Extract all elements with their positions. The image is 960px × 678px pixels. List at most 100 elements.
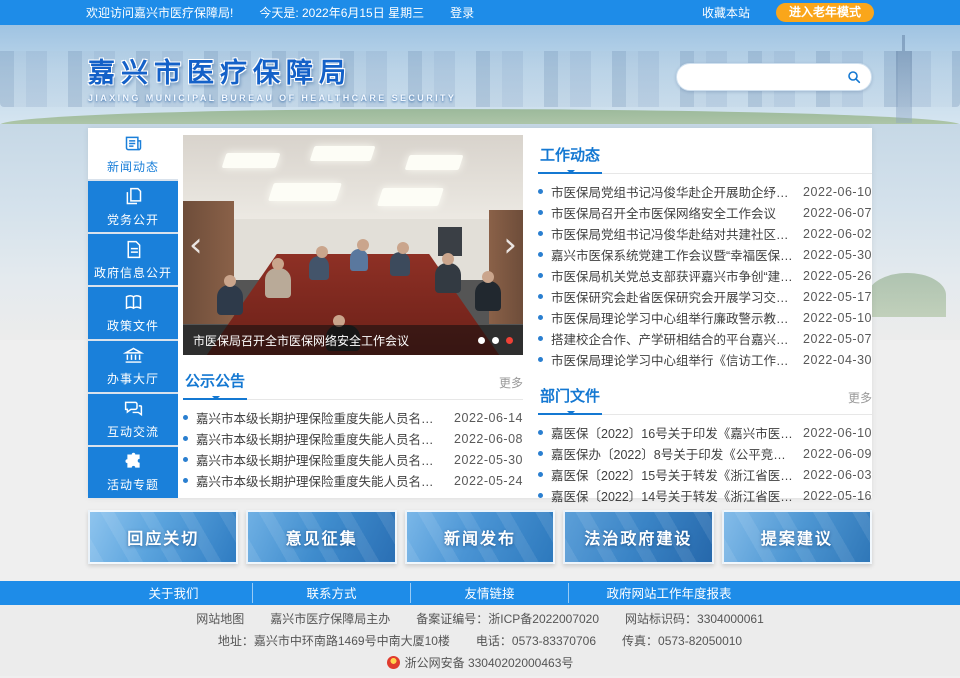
carousel-dots [478,337,513,344]
sitemap-link[interactable]: 网站地图 [196,610,244,627]
sidebar-item-special-topics[interactable]: 活动专题 [88,447,178,498]
bullet-icon [538,252,543,257]
search-button[interactable] [841,65,867,89]
carousel-dot[interactable] [492,337,499,344]
list-item: 嘉兴市医保系统党建工作会议暨“幸福医保”党建联... 2022-05-30 [538,244,872,265]
hill-art [868,273,946,317]
footer-nav-item: 联系方式 [253,583,411,603]
list-item-title[interactable]: 嘉兴市医保系统党建工作会议暨“幸福医保”党建联... [551,245,793,264]
sidebar-item-news[interactable]: 新闻动态 [88,128,178,179]
list-item-title[interactable]: 市医保局理论学习中心组举行廉政警示教育专题学习... [551,308,793,327]
carousel-caption[interactable]: 市医保局召开全市医保网络安全工作会议 [193,332,470,349]
bullet-icon [538,336,543,341]
list-item-title[interactable]: 嘉兴市本级长期护理保险重度失能人员名单公示（2... [196,429,444,448]
sidebar-item-interaction[interactable]: 互动交流 [88,394,178,445]
list-item-title[interactable]: 嘉医保〔2022〕16号关于印发《嘉兴市医疗保... [551,423,793,442]
footer-nav-link[interactable]: 政府网站工作年度报表 [606,587,731,601]
main-content-card: 新闻动态 党务公开 政府信息公开 政策文件 办事大厅 [88,128,872,498]
footer-nav-item: 关于我们 [95,583,253,603]
favorite-link[interactable]: 收藏本站 [702,4,750,21]
security-badge-link[interactable]: 浙公网安备 33040202000463号 [405,656,574,670]
sidebar-item-label: 党务公开 [107,211,159,228]
list-item-date: 2022-06-10 [803,426,872,440]
footer-nav: 关于我们 联系方式 友情链接 政府网站工作年度报表 [0,581,960,605]
list-item: 市医保局党组书记冯俊华赴结对共建社区指导全国文... 2022-06-02 [538,223,872,244]
search-box [676,63,872,91]
list-item-date: 2022-05-30 [803,248,872,262]
slide-person-art [217,285,243,315]
footer-nav-link[interactable]: 关于我们 [148,587,198,601]
list-item: 嘉兴市本级长期护理保险重度失能人员名单公示（2... 2022-06-14 [183,407,523,428]
quick-link-label: 回应关切 [127,525,199,549]
bank-icon [123,345,144,366]
footer-nav-link[interactable]: 联系方式 [306,587,356,601]
bullet-icon [538,493,543,498]
list-item-title[interactable]: 市医保局党组书记冯俊华赴企开展助企纾困活动 [551,182,793,201]
list-item: 嘉医保〔2022〕16号关于印发《嘉兴市医疗保... 2022-06-10 [538,422,872,443]
list-item-title[interactable]: 嘉兴市本级长期护理保险重度失能人员名单公示（2... [196,471,444,490]
footer-nav-link[interactable]: 友情链接 [464,587,514,601]
list-item: 市医保局党组书记冯俊华赴企开展助企纾困活动 2022-06-10 [538,181,872,202]
list-item-date: 2022-05-16 [803,489,872,503]
search-input[interactable] [689,70,841,84]
list-item: 嘉医保办〔2022〕8号关于印发《公平竞争审查... 2022-06-09 [538,443,872,464]
bullet-icon [538,273,543,278]
quick-link-respond-concerns[interactable]: 回应关切 [88,510,238,564]
quick-link-news-release[interactable]: 新闻发布 [405,510,555,564]
carousel-dot-active[interactable] [506,337,513,344]
newspaper-icon [123,133,144,154]
carousel-prev-button[interactable]: ‹ [185,230,207,260]
notices-more-link[interactable]: 更多 [499,374,523,399]
quick-link-label: 提案建议 [761,525,833,549]
slide-person-art [475,281,501,311]
list-item-title[interactable]: 搭建校企合作、产学研相结合的平台嘉兴市长期护理... [551,329,793,348]
list-item: 市医保局理论学习中心组举行《信访工作条例》专题... 2022-04-30 [538,349,872,370]
sidebar-item-label: 活动专题 [107,476,159,493]
sidebar-item-party-affairs[interactable]: 党务公开 [88,181,178,232]
pages-icon [123,186,144,207]
bullet-icon [538,357,543,362]
list-item-date: 2022-06-14 [454,411,523,425]
quick-link-law-government[interactable]: 法治政府建设 [563,510,713,564]
address-text: 地址：嘉兴市中环南路1469号中南大厦10楼 [218,632,450,649]
bullet-icon [538,451,543,456]
carousel-dot[interactable] [478,337,485,344]
sidebar-item-policy-files[interactable]: 政策文件 [88,287,178,338]
work-news-title: 工作动态 [538,138,602,174]
list-item: 嘉医保〔2022〕15号关于转发《浙江省医疗保... 2022-06-03 [538,464,872,485]
list-item-title[interactable]: 嘉医保办〔2022〕8号关于印发《公平竞争审查... [551,444,793,463]
quick-link-label: 新闻发布 [444,525,516,549]
quick-link-label: 法治政府建设 [584,525,692,549]
notices-section-header: 公示公告 更多 [183,364,523,400]
list-item-title[interactable]: 市医保局召开全市医保网络安全工作会议 [551,203,793,222]
slide-person-art [350,249,368,271]
date-text: 今天是: 2022年6月15日 星期三 [259,4,424,21]
list-item-title[interactable]: 嘉医保〔2022〕15号关于转发《浙江省医疗保... [551,465,793,484]
list-item-title[interactable]: 市医保局党组书记冯俊华赴结对共建社区指导全国文... [551,224,793,243]
bullet-icon [183,436,188,441]
elder-mode-button[interactable]: 进入老年模式 [776,3,874,22]
sidebar-item-service-hall[interactable]: 办事大厅 [88,341,178,392]
dept-files-more-link[interactable]: 更多 [848,389,872,414]
site-title: 嘉兴市医疗保障局 [88,51,456,90]
welcome-text: 欢迎访问嘉兴市医疗保障局! [86,4,233,21]
dept-files-section-header: 部门文件 更多 [538,379,872,415]
list-item-title[interactable]: 嘉兴市本级长期护理保险重度失能人员名单公示（2... [196,408,444,427]
list-item-title[interactable]: 市医保局机关党总支部获评嘉兴市争创“建设清廉机... [551,266,793,285]
quick-link-opinion-collection[interactable]: 意见征集 [246,510,396,564]
login-link[interactable]: 登录 [450,4,474,21]
list-item-date: 2022-05-26 [803,269,872,283]
footer-line-2: 地址：嘉兴市中环南路1469号中南大厦10楼 电话：0573-83370706 … [218,632,742,649]
list-item-date: 2022-06-10 [803,185,872,199]
list-item-title[interactable]: 市医保研究会赴省医保研究会开展学习交流活动 [551,287,793,306]
host-text: 嘉兴市医疗保障局主办 [270,610,390,627]
list-item-title[interactable]: 市医保局理论学习中心组举行《信访工作条例》专题... [551,350,793,369]
list-item-title[interactable]: 嘉兴市本级长期护理保险重度失能人员名单公示（2... [196,450,444,469]
sidebar-item-gov-info[interactable]: 政府信息公开 [88,234,178,285]
sidebar-item-label: 办事大厅 [107,370,159,387]
quick-link-proposals[interactable]: 提案建议 [722,510,872,564]
list-item-title[interactable]: 嘉医保〔2022〕14号关于转发《浙江省医疗保... [551,486,793,505]
bullet-icon [183,457,188,462]
carousel-next-button[interactable]: › [499,230,521,260]
list-item: 市医保研究会赴省医保研究会开展学习交流活动 2022-05-17 [538,286,872,307]
